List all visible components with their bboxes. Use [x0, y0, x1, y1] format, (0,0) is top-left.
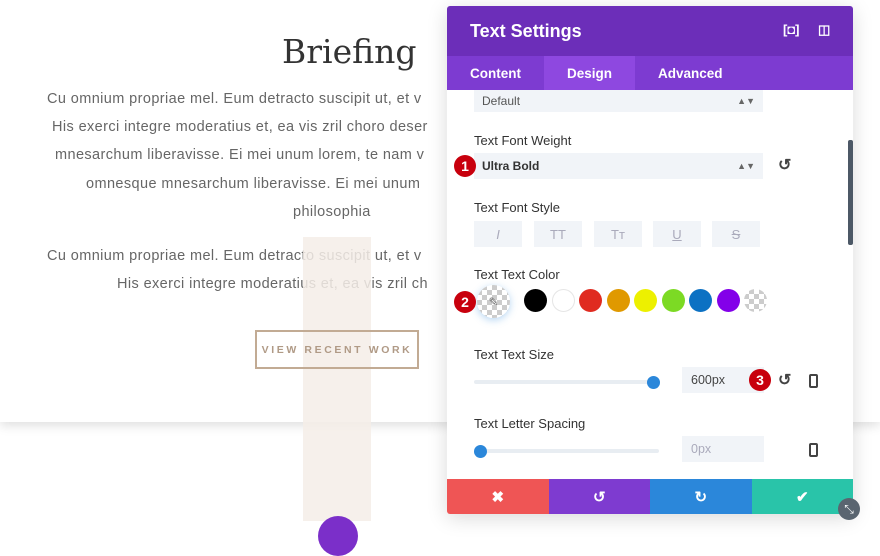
- select-arrows-icon: ▲▼: [737, 96, 755, 106]
- panel-tabs: Content Design Advanced: [447, 56, 853, 90]
- redo-button[interactable]: ↻: [650, 479, 752, 514]
- decorative-stripe: [303, 237, 371, 521]
- uppercase-button[interactable]: TT: [534, 221, 582, 247]
- cancel-button[interactable]: ✖: [447, 479, 549, 514]
- strikethrough-button[interactable]: S: [712, 221, 760, 247]
- letter-spacing-slider[interactable]: [474, 449, 659, 453]
- responsive-phone-icon[interactable]: [809, 374, 818, 388]
- body-text-line: Cu omnium propriae mel. Eum detracto sus…: [47, 91, 422, 107]
- page-title: Briefing: [282, 32, 417, 71]
- color-swatch[interactable]: [716, 289, 740, 312]
- letter-spacing-label: Text Letter Spacing: [474, 416, 586, 431]
- undo-button[interactable]: ↺: [548, 479, 650, 514]
- body-text-line: philosophia: [293, 204, 371, 220]
- italic-button[interactable]: I: [474, 221, 522, 247]
- resize-icon[interactable]: ⤡: [838, 498, 860, 520]
- body-text-line: His exerci integre moderatius et, ea vis…: [52, 119, 428, 135]
- font-weight-select[interactable]: Ultra Bold ▲▼: [474, 153, 763, 179]
- scrollbar[interactable]: [848, 140, 853, 245]
- underline-button[interactable]: U: [653, 221, 701, 247]
- panel-header: Text Settings [◘] ◫: [447, 6, 853, 56]
- color-swatch[interactable]: [689, 289, 712, 312]
- responsive-phone-icon[interactable]: [809, 443, 818, 457]
- purple-circle: [318, 516, 358, 556]
- reset-icon[interactable]: ↺: [778, 155, 791, 175]
- text-settings-panel: Text Settings [◘] ◫ Content Design Advan…: [447, 6, 853, 514]
- color-swatch[interactable]: [606, 289, 630, 312]
- font-select[interactable]: Default ▲▼: [474, 90, 763, 112]
- tab-design[interactable]: Design: [544, 56, 636, 90]
- text-size-slider[interactable]: [474, 380, 659, 384]
- text-color-label: Text Text Color: [474, 267, 560, 282]
- color-swatch[interactable]: [661, 289, 685, 312]
- small-caps-button[interactable]: Tт: [594, 221, 642, 247]
- view-recent-work-button[interactable]: VIEW RECENT WORK: [255, 330, 419, 369]
- font-select-value: Default: [482, 94, 521, 108]
- text-size-slider-handle[interactable]: [647, 376, 661, 389]
- panel-footer: ✖ ↺ ↻ ✔: [447, 479, 853, 514]
- select-arrows-icon: ▲▼: [737, 161, 755, 171]
- tab-advanced[interactable]: Advanced: [635, 56, 746, 90]
- reset-icon[interactable]: ↺: [778, 370, 791, 390]
- font-weight-label: Text Font Weight: [474, 133, 572, 148]
- body-text-line: mnesarchum liberavisse. Ei mei unum lore…: [55, 147, 425, 163]
- transparent-swatch[interactable]: [744, 289, 767, 312]
- font-weight-value: Ultra Bold: [482, 159, 540, 173]
- font-style-label: Text Font Style: [474, 200, 560, 215]
- color-swatch[interactable]: [551, 289, 575, 312]
- step-badge: 1: [454, 155, 476, 177]
- color-swatch[interactable]: [524, 289, 547, 312]
- letter-spacing-input[interactable]: 0px: [682, 436, 764, 462]
- step-badge: 2: [454, 291, 476, 313]
- text-size-label: Text Text Size: [474, 347, 554, 362]
- panel-title: Text Settings: [470, 20, 582, 41]
- letter-spacing-slider-handle[interactable]: [474, 445, 487, 458]
- body-text-line: omnesque mnesarchum liberavisse. Ei mei …: [86, 176, 421, 192]
- step-badge: 3: [749, 369, 771, 391]
- tab-content[interactable]: Content: [447, 56, 544, 90]
- color-swatch[interactable]: [634, 289, 657, 312]
- split-view-icon[interactable]: ◫: [818, 22, 830, 38]
- body-text-line: His exerci integre moderatius et, ea vis…: [117, 276, 428, 292]
- color-swatch[interactable]: [579, 289, 602, 312]
- fullscreen-icon[interactable]: [◘]: [783, 22, 800, 37]
- color-picker-eyedropper-icon[interactable]: ✎: [477, 285, 510, 318]
